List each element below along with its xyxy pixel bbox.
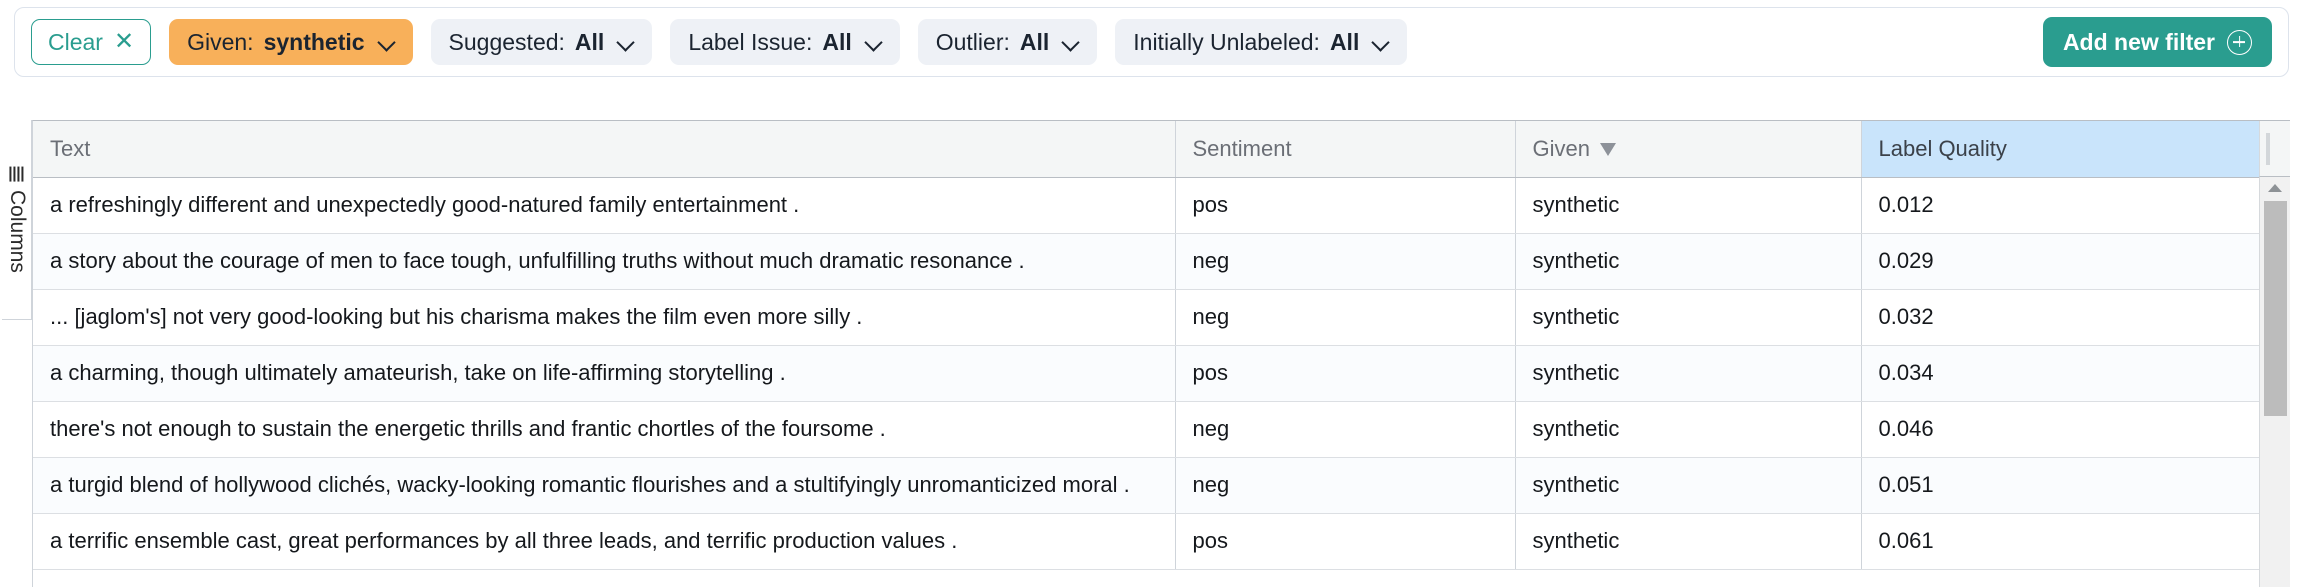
chevron-down-icon [1373, 34, 1389, 50]
cell-given: synthetic [1515, 233, 1862, 290]
cell-sentiment: pos [1175, 177, 1516, 234]
filter-chip-given-label: Given: [187, 28, 254, 55]
cell-text: a turgid blend of hollywood clichés, wac… [33, 457, 1176, 514]
filter-chip-label-issue-value: All [822, 28, 852, 55]
filter-chip-suggested[interactable]: Suggested: All [430, 19, 653, 65]
chevron-down-icon [1063, 34, 1079, 50]
cell-text: there's not enough to sustain the energe… [33, 401, 1176, 458]
chevron-down-icon [866, 34, 882, 50]
table-row[interactable]: ... [jaglom's] not very good-looking but… [33, 289, 2260, 346]
filter-chip-suggested-value: All [574, 28, 605, 55]
clear-label: Clear [48, 28, 103, 55]
add-new-filter-button[interactable]: Add new filter [2042, 17, 2272, 67]
column-header-text[interactable]: Text [33, 121, 1176, 178]
clear-filters-button[interactable]: Clear ✕ [31, 19, 152, 65]
column-header-text-label: Text [50, 135, 91, 161]
table-row[interactable]: a story about the courage of men to face… [33, 233, 2260, 290]
table-row[interactable]: a turgid blend of hollywood clichés, wac… [33, 457, 2260, 514]
add-new-filter-label: Add new filter [2062, 28, 2215, 55]
table-body: a refreshingly different and unexpectedl… [33, 177, 2260, 570]
cell-text: a refreshingly different and unexpectedl… [33, 177, 1176, 234]
cell-label-quality: 0.061 [1861, 513, 2260, 570]
cell-given: synthetic [1515, 345, 1862, 402]
cell-sentiment: neg [1175, 233, 1516, 290]
cell-sentiment: neg [1175, 401, 1516, 458]
scroll-up-button[interactable] [2260, 177, 2290, 199]
chevron-down-icon [379, 34, 395, 50]
filter-chip-initially-unlabeled[interactable]: Initially Unlabeled: All [1115, 19, 1408, 65]
cell-text: a story about the courage of men to face… [33, 233, 1176, 290]
filter-chip-given-value: synthetic [263, 28, 365, 55]
column-header-label-quality-label: Label Quality [1878, 135, 2007, 161]
columns-panel-toggle[interactable]: Columns [2, 120, 32, 320]
table-row[interactable]: a refreshingly different and unexpectedl… [33, 177, 2260, 234]
cell-text: ... [jaglom's] not very good-looking but… [33, 289, 1176, 346]
table-header-row: Text Sentiment Given Label Quality [33, 121, 2260, 178]
cell-given: synthetic [1515, 401, 1862, 458]
cell-sentiment: pos [1175, 345, 1516, 402]
filter-chip-outlier-value: All [1019, 28, 1050, 55]
cell-label-quality: 0.029 [1861, 233, 2260, 290]
scrollbar-thumb[interactable] [2264, 201, 2287, 416]
filter-funnel-icon[interactable] [1599, 143, 1616, 157]
table-row[interactable]: a terrific ensemble cast, great performa… [33, 513, 2260, 570]
filter-bar: Clear ✕ Given: synthetic Suggested: All … [14, 7, 2289, 77]
filter-chip-label-issue[interactable]: Label Issue: All [670, 19, 900, 65]
column-header-given-label: Given [1532, 135, 1590, 161]
table-row[interactable]: there's not enough to sustain the energe… [33, 401, 2260, 458]
cell-label-quality: 0.012 [1861, 177, 2260, 234]
filter-chip-outlier[interactable]: Outlier: All [917, 19, 1098, 65]
column-header-label-quality[interactable]: Label Quality [1861, 121, 2260, 178]
table-row[interactable]: a charming, though ultimately amateurish… [33, 345, 2260, 402]
filter-chip-initially-unlabeled-value: All [1329, 28, 1360, 55]
header-resize-handle [2266, 133, 2270, 165]
cell-given: synthetic [1515, 513, 1862, 570]
cell-text: a charming, though ultimately amateurish… [33, 345, 1176, 402]
filter-chip-suggested-label: Suggested: [448, 28, 565, 55]
plus-circle-icon [2227, 29, 2252, 55]
cell-label-quality: 0.046 [1861, 401, 2260, 458]
filter-chip-outlier-label: Outlier: [935, 28, 1010, 55]
data-table: Text Sentiment Given Label Quality a ref… [33, 121, 2260, 570]
cell-given: synthetic [1515, 457, 1862, 514]
cell-label-quality: 0.034 [1861, 345, 2260, 402]
filter-chip-label-issue-label: Label Issue: [688, 28, 813, 55]
cell-given: synthetic [1515, 177, 1862, 234]
column-header-given[interactable]: Given [1515, 121, 1862, 178]
cell-label-quality: 0.051 [1861, 457, 2260, 514]
cell-text: a terrific ensemble cast, great performa… [33, 513, 1176, 570]
data-table-container: Text Sentiment Given Label Quality a ref… [32, 120, 2290, 587]
close-icon: ✕ [113, 28, 135, 55]
filter-chip-given[interactable]: Given: synthetic [169, 19, 413, 65]
filter-chip-initially-unlabeled-label: Initially Unlabeled: [1133, 28, 1320, 55]
grip-lines-icon [9, 166, 24, 182]
columns-rail-label: Columns [5, 189, 29, 273]
vertical-scrollbar[interactable] [2259, 177, 2290, 587]
cell-given: synthetic [1515, 289, 1862, 346]
columns-rail-inner: Columns [5, 166, 29, 273]
cell-sentiment: pos [1175, 513, 1516, 570]
cell-sentiment: neg [1175, 289, 1516, 346]
cell-sentiment: neg [1175, 457, 1516, 514]
column-header-sentiment-label: Sentiment [1192, 135, 1292, 161]
chevron-down-icon [618, 34, 634, 50]
cell-label-quality: 0.032 [1861, 289, 2260, 346]
column-header-sentiment[interactable]: Sentiment [1175, 121, 1516, 178]
caret-up-icon [2268, 184, 2282, 192]
scrollbar-header-stub [2259, 121, 2290, 177]
